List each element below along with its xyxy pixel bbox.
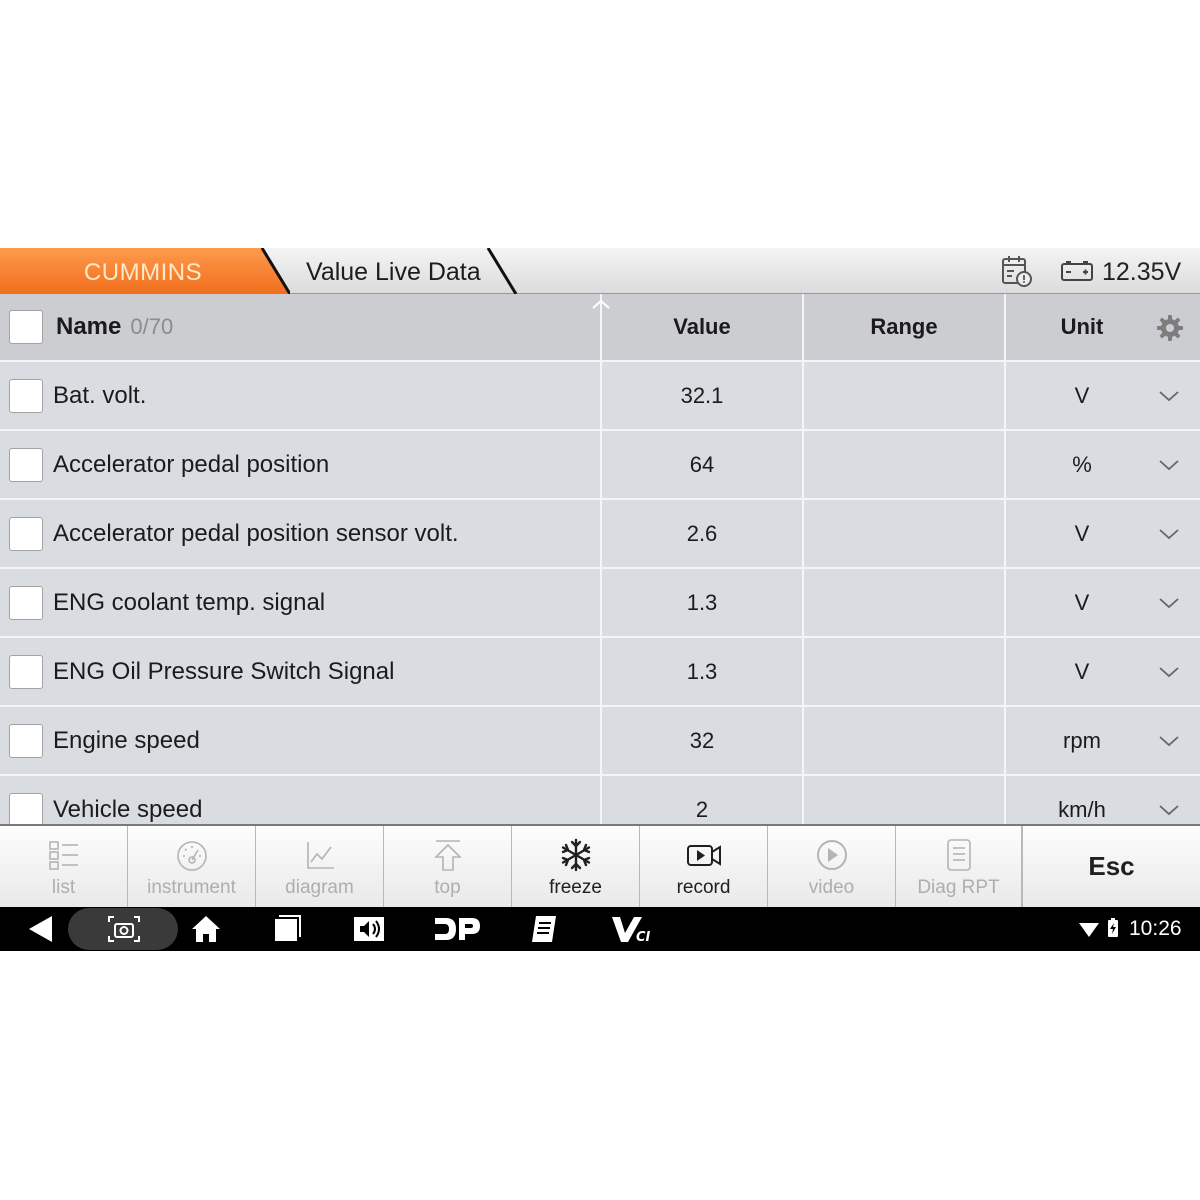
row-range	[804, 431, 1004, 498]
row-value: 32	[689, 727, 715, 753]
row-value: 2.6	[686, 520, 718, 546]
row-name: Engine speed	[53, 726, 200, 754]
list-button-label: list	[51, 877, 76, 898]
diag-report-button[interactable]: Diag RPT	[896, 826, 1022, 907]
tab-value-live-data[interactable]: Value Live Data	[262, 248, 522, 294]
chevron-down-icon[interactable]	[1158, 666, 1180, 678]
list-icon	[48, 841, 78, 870]
car-battery-icon	[1061, 261, 1093, 281]
table-row[interactable]: Bat. volt. 32.1 V	[0, 362, 1200, 431]
battery-icon	[1108, 918, 1118, 937]
record-button-label: record	[676, 877, 731, 898]
audio-icon[interactable]	[352, 913, 386, 945]
table-header-row: Name 0/70 Value Range Unit	[0, 294, 1200, 362]
screenshot-icon[interactable]	[106, 913, 142, 945]
column-header-range: Range	[870, 314, 938, 339]
svg-text:CI: CI	[636, 930, 651, 945]
vci-icon[interactable]: CI	[610, 913, 656, 945]
table-row[interactable]: Accelerator pedal position 64 %	[0, 431, 1200, 500]
row-value: 32.1	[680, 382, 724, 408]
notes-icon[interactable]	[528, 913, 560, 945]
home-icon[interactable]	[190, 913, 222, 945]
row-range	[804, 638, 1004, 705]
row-name: ENG Oil Pressure Switch Signal	[53, 657, 395, 685]
top-button-label: top	[434, 877, 461, 898]
row-name: ENG coolant temp. signal	[53, 588, 326, 616]
list-button[interactable]: list	[0, 826, 128, 907]
esc-button[interactable]: Esc	[1022, 826, 1200, 907]
wifi-icon	[1079, 923, 1099, 937]
video-camera-icon	[686, 845, 721, 866]
diagram-button[interactable]: diagram	[256, 826, 384, 907]
tab-cummins-label: CUMMINS	[83, 259, 203, 286]
chevron-down-icon[interactable]	[1158, 528, 1180, 540]
top-button[interactable]: top	[384, 826, 512, 907]
play-circle-icon	[816, 840, 847, 870]
column-header-value: Value	[673, 314, 731, 339]
row-name: Accelerator pedal position	[53, 450, 330, 478]
table-row[interactable]: Vehicle speed 2 km/h	[0, 776, 1200, 827]
table-row[interactable]: Engine speed 32 rpm	[0, 707, 1200, 776]
row-range	[804, 707, 1004, 774]
chevron-down-icon[interactable]	[1158, 804, 1180, 816]
tab-cummins[interactable]: CUMMINS	[0, 248, 290, 294]
row-range	[804, 500, 1004, 567]
video-button-label: video	[808, 877, 855, 898]
row-name: Bat. volt.	[53, 381, 147, 409]
back-icon[interactable]	[26, 913, 56, 945]
chevron-down-icon[interactable]	[1158, 735, 1180, 747]
dp-icon[interactable]	[432, 913, 482, 945]
report-icon	[946, 839, 971, 871]
row-range	[804, 569, 1004, 636]
row-value: 64	[689, 451, 715, 477]
diag-report-button-label: Diag RPT	[917, 877, 1000, 898]
table-row[interactable]: ENG Oil Pressure Switch Signal 1.3 V	[0, 638, 1200, 707]
title-bar: CUMMINS Value Live Data 12.35V	[0, 248, 1200, 294]
function-toolbar: list instrument diagram top freeze recor…	[0, 824, 1200, 907]
freeze-button[interactable]: freeze	[512, 826, 640, 907]
chevron-down-icon[interactable]	[1158, 459, 1180, 471]
row-range	[804, 776, 1004, 827]
gauge-icon	[176, 841, 207, 871]
chevron-down-icon[interactable]	[1158, 597, 1180, 609]
snowflake-icon	[561, 838, 590, 872]
freeze-button-label: freeze	[549, 877, 602, 898]
record-button[interactable]: record	[640, 826, 768, 907]
table-row[interactable]: Accelerator pedal position sensor volt. …	[0, 500, 1200, 569]
chart-icon	[306, 842, 334, 869]
selected-count: 0/70	[130, 314, 174, 339]
diagram-button-label: diagram	[285, 877, 354, 898]
table-row[interactable]: ENG coolant temp. signal 1.3 V	[0, 569, 1200, 638]
app-screen: CUMMINS Value Live Data 12.35V Name 0/70…	[0, 248, 1200, 951]
row-range	[804, 362, 1004, 429]
column-header-name-label: Name	[56, 313, 122, 340]
chevron-down-icon[interactable]	[1158, 390, 1180, 402]
video-button[interactable]: video	[768, 826, 896, 907]
row-name: Accelerator pedal position sensor volt.	[53, 519, 459, 547]
instrument-button-label: instrument	[147, 877, 236, 898]
row-value: 2	[695, 796, 709, 822]
calendar-clock-icon[interactable]	[1000, 254, 1034, 288]
live-data-table[interactable]: Name 0/70 Value Range Unit Bat. volt. 32…	[0, 294, 1200, 827]
recents-icon[interactable]	[272, 913, 302, 945]
system-navigation-bar: CI 10:26	[0, 907, 1200, 951]
chevron-up-icon[interactable]	[590, 298, 612, 310]
row-value: 1.3	[686, 658, 718, 684]
tab-value-live-data-label: Value Live Data	[306, 258, 481, 286]
gear-icon[interactable]	[1156, 314, 1184, 342]
column-header-name[interactable]: Name 0/70	[0, 294, 600, 360]
battery-voltage: 12.35V	[1102, 258, 1182, 286]
clock: 10:26	[1129, 917, 1182, 940]
row-unit: km/h	[1058, 796, 1106, 822]
instrument-button[interactable]: instrument	[128, 826, 256, 907]
row-name: Vehicle speed	[53, 795, 203, 823]
row-value: 1.3	[686, 589, 718, 615]
arrow-up-icon	[433, 840, 462, 871]
